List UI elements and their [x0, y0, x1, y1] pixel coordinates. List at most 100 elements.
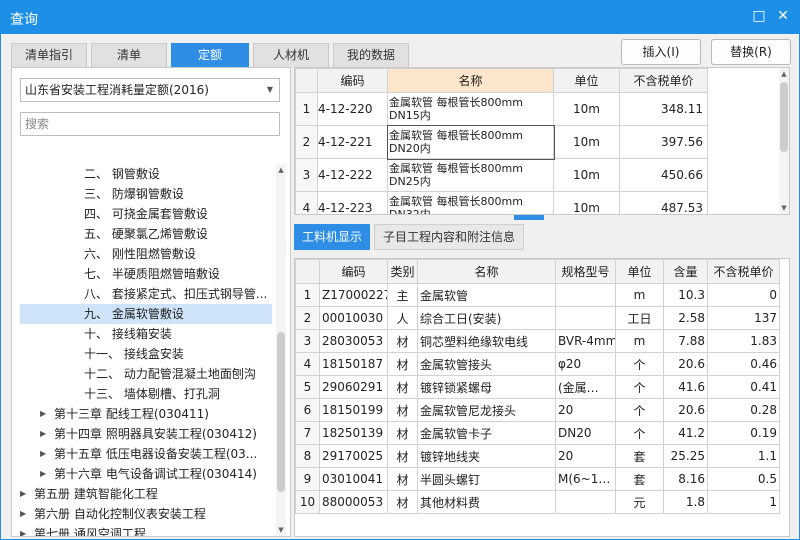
header-name[interactable]: 名称: [387, 68, 554, 93]
quota-row[interactable]: 1 4-12-220 金属软管 每根管长800mm DN15内 10m 348.11: [295, 92, 708, 126]
quota-row[interactable]: 2 4-12-221 金属软管 每根管长800mm DN20内 10m 397.56: [295, 124, 708, 160]
tree-item[interactable]: ▶ 第五册 建筑智能化工程: [20, 484, 272, 504]
tree-item[interactable]: ▶ 第七册 通风空调工程: [20, 524, 272, 536]
tree-item-label: 四、 可挠金属套管敷设: [84, 207, 208, 221]
scroll-up-icon[interactable]: ▲: [779, 70, 789, 78]
quota-table-header: 编码 名称 单位 不含税单价: [295, 68, 708, 93]
resource-row[interactable]: 5 29060291 材镀锌锁紧螺母 (金属… 个 41.6 0.41: [295, 375, 780, 399]
resource-row[interactable]: 8 29170025 材镀锌地线夹 20 套 25.25 1.1: [295, 444, 780, 468]
header-unit[interactable]: 单位: [553, 68, 620, 93]
panel-splitter[interactable]: [294, 215, 790, 221]
tree-item[interactable]: ▶ 第十三章 配线工程(030411): [20, 404, 272, 424]
resource-row[interactable]: 328030053材铜芯塑料绝缘软电线BVR-4mm2m7.881.83: [295, 329, 780, 353]
resource-row[interactable]: 9 03010041 材半圆头螺钉 M(6~1… 套 8.16 0.5: [295, 467, 780, 491]
tree-item-label: 第七册 通风空调工程: [34, 527, 146, 536]
quota-name: 金属软管 每根管长800mm DN32内: [387, 191, 554, 214]
tree-item[interactable]: 九、 金属软管敷设: [20, 304, 272, 324]
resource-type: 材: [387, 398, 418, 422]
quota-unit: 10m: [553, 125, 620, 159]
tree-item[interactable]: 十一、 接线盒安装: [20, 344, 272, 364]
header-price[interactable]: 不含税单价: [619, 68, 708, 93]
search-input[interactable]: 搜索: [20, 112, 280, 136]
scroll-down-icon[interactable]: ▼: [276, 526, 286, 534]
resource-type: 材: [387, 421, 418, 445]
resource-row[interactable]: 4 18150187 材金属软管接头 φ20 个 20.6 0.46: [295, 352, 780, 376]
tree-item[interactable]: 十、 接线箱安装: [20, 324, 272, 344]
resource-row[interactable]: 1 Z17000227 主金属软管 m 10.3 0: [295, 283, 780, 307]
tree-item[interactable]: 十二、 动力配管混凝土地面刨沟: [20, 364, 272, 384]
scroll-down-icon[interactable]: ▼: [779, 204, 789, 212]
resource-type: 材: [387, 329, 418, 353]
tree-item[interactable]: 七、 半硬质阻燃管暗敷设: [20, 264, 272, 284]
quota-row[interactable]: 4 4-12-223 金属软管 每根管长800mm DN32内 10m 487.53: [295, 191, 708, 214]
quota-set-value: 山东省安装工程消耗量定额(2016): [25, 83, 209, 97]
scroll-up-icon[interactable]: ▲: [276, 166, 286, 174]
quota-set-select[interactable]: 山东省安装工程消耗量定额(2016) ▼: [20, 78, 280, 102]
quota-row[interactable]: 3 4-12-222 金属软管 每根管长800mm DN25内 10m 450.66: [295, 158, 708, 192]
resource-row[interactable]: 2 00010030 人综合工日(安装) 工日 2.58 137: [295, 306, 780, 330]
header-rownum: [295, 259, 320, 284]
resource-row[interactable]: 10 88000053 材其他材料费 元 1.8 1: [295, 490, 780, 514]
window-title: 查询: [10, 12, 38, 28]
header-type[interactable]: 类别: [387, 259, 418, 284]
expand-caret-icon[interactable]: ▶: [20, 504, 26, 524]
tree-item[interactable]: ▶ 第六册 自动化控制仪表安装工程: [20, 504, 272, 524]
expand-caret-icon[interactable]: ▶: [40, 444, 46, 464]
tree-item[interactable]: 四、 可挠金属套管敷设: [20, 204, 272, 224]
resource-price: 1: [707, 490, 780, 514]
tree-item[interactable]: 十三、 墙体剔槽、打孔洞: [20, 384, 272, 404]
quota-scrollbar[interactable]: ▲ ▼: [779, 68, 789, 214]
row-number: 2: [295, 306, 320, 330]
tree-scrollbar[interactable]: ▲ ▼: [276, 164, 286, 536]
resource-name: 综合工日(安装): [417, 306, 556, 330]
expand-caret-icon[interactable]: ▶: [40, 464, 46, 484]
scrollbar-thumb[interactable]: [277, 332, 285, 492]
resource-code: Z17000227: [319, 283, 388, 307]
tree-item-label: 第六册 自动化控制仪表安装工程: [34, 507, 206, 521]
header-code[interactable]: 编码: [319, 259, 388, 284]
scrollbar-thumb[interactable]: [780, 82, 788, 152]
expand-caret-icon[interactable]: ▶: [20, 484, 26, 504]
tab-work-content-notes[interactable]: 子目工程内容和附注信息: [374, 224, 524, 250]
splitter-grip[interactable]: [514, 215, 544, 220]
tab-resource-display[interactable]: 工料机显示: [294, 224, 370, 250]
tab-labor-material-machine[interactable]: 人材机: [253, 43, 329, 67]
tree-item-label: 第十六章 电气设备调试工程(030414): [54, 467, 257, 481]
tree-item-label: 五、 硬聚氯乙烯管敷设: [84, 227, 208, 241]
expand-caret-icon[interactable]: ▶: [40, 424, 46, 444]
resource-name: 其他材料费: [417, 490, 556, 514]
tree-item[interactable]: 八、 套接紧定式、扣压式钢导管...: [20, 284, 272, 304]
tree-item[interactable]: ▶ 第十六章 电气设备调试工程(030414): [20, 464, 272, 484]
resource-spec: M(6~1…: [555, 467, 616, 491]
tab-quota[interactable]: 定额: [171, 43, 249, 67]
tab-bill-guide[interactable]: 清单指引: [11, 43, 87, 67]
quota-code: 4-12-221: [317, 125, 388, 159]
maximize-icon[interactable]: □: [752, 9, 766, 23]
tree-item[interactable]: 六、 刚性阻燃管敷设: [20, 244, 272, 264]
resource-row[interactable]: 7 18250139 材金属软管卡子 DN20 个 41.2 0.19: [295, 421, 780, 445]
insert-button[interactable]: 插入(I): [621, 39, 701, 65]
tree-item[interactable]: ▶ 第十五章 低压电器设备安装工程(03...: [20, 444, 272, 464]
tree-item[interactable]: ▶ 第十四章 照明器具安装工程(030412): [20, 424, 272, 444]
tree-item[interactable]: 五、 硬聚氯乙烯管敷设: [20, 224, 272, 244]
tree-item-label: 三、 防爆钢管敷设: [84, 187, 184, 201]
close-icon[interactable]: ✕: [776, 9, 790, 23]
header-price[interactable]: 不含税单价: [707, 259, 780, 284]
header-code[interactable]: 编码: [317, 68, 388, 93]
row-number: 4: [295, 191, 318, 214]
resource-name: 金属软管卡子: [417, 421, 556, 445]
expand-caret-icon[interactable]: ▶: [20, 524, 26, 536]
resource-row[interactable]: 6 18150199 材金属软管尼龙接头 20 个 20.6 0.28: [295, 398, 780, 422]
tree-item[interactable]: 二、 钢管敷设: [20, 164, 272, 184]
header-spec[interactable]: 规格型号: [555, 259, 616, 284]
resource-type: 材: [387, 490, 418, 514]
tab-bill[interactable]: 清单: [91, 43, 167, 67]
tab-my-data[interactable]: 我的数据: [333, 43, 409, 67]
tree-item[interactable]: 三、 防爆钢管敷设: [20, 184, 272, 204]
replace-button[interactable]: 替换(R): [711, 39, 791, 65]
header-quantity[interactable]: 含量: [663, 259, 708, 284]
header-unit[interactable]: 单位: [615, 259, 664, 284]
header-name[interactable]: 名称: [417, 259, 556, 284]
expand-caret-icon[interactable]: ▶: [40, 404, 46, 424]
row-number: 5: [295, 375, 320, 399]
